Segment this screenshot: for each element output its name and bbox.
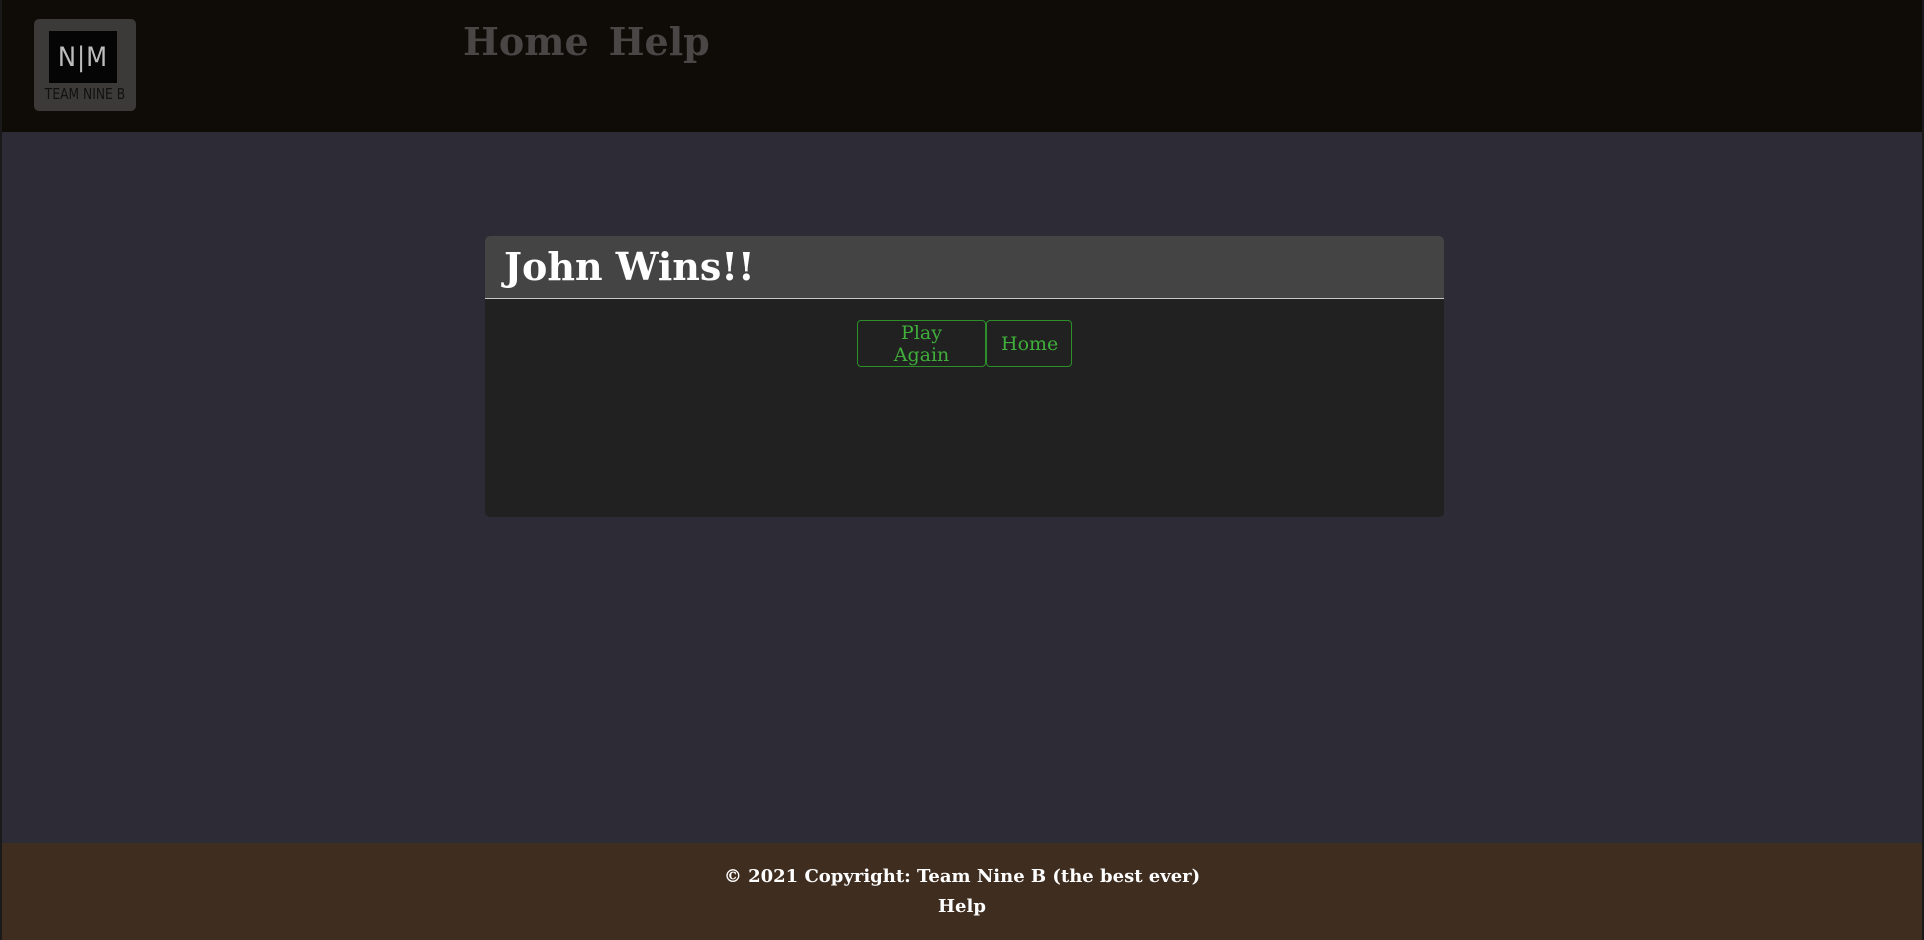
winner-title: John Wins!!	[504, 244, 755, 289]
page: N|M TEAM NINE B Home Help John Wins!! Pl…	[0, 0, 1924, 940]
play-again-button[interactable]: Play Again	[857, 320, 986, 367]
result-card: John Wins!! Play Again Home	[485, 236, 1444, 517]
nav-links: Home Help	[463, 18, 710, 66]
nav-link-help[interactable]: Help	[609, 18, 710, 66]
footer-help-link[interactable]: Help	[2, 896, 1922, 917]
nav-link-home[interactable]: Home	[463, 18, 589, 66]
home-button[interactable]: Home	[986, 320, 1072, 367]
logo-caption: TEAM NINE B	[44, 85, 126, 103]
result-card-header: John Wins!!	[485, 236, 1444, 299]
navbar: N|M TEAM NINE B Home Help	[2, 0, 1922, 132]
copyright-text: © 2021 Copyright: Team Nine B (the best …	[723, 866, 1201, 887]
result-actions: Play Again Home	[857, 320, 1072, 367]
logo-mark: N|M	[49, 31, 117, 83]
team-logo[interactable]: N|M TEAM NINE B	[34, 19, 136, 111]
footer: © 2021 Copyright: Team Nine B (the best …	[2, 843, 1922, 940]
